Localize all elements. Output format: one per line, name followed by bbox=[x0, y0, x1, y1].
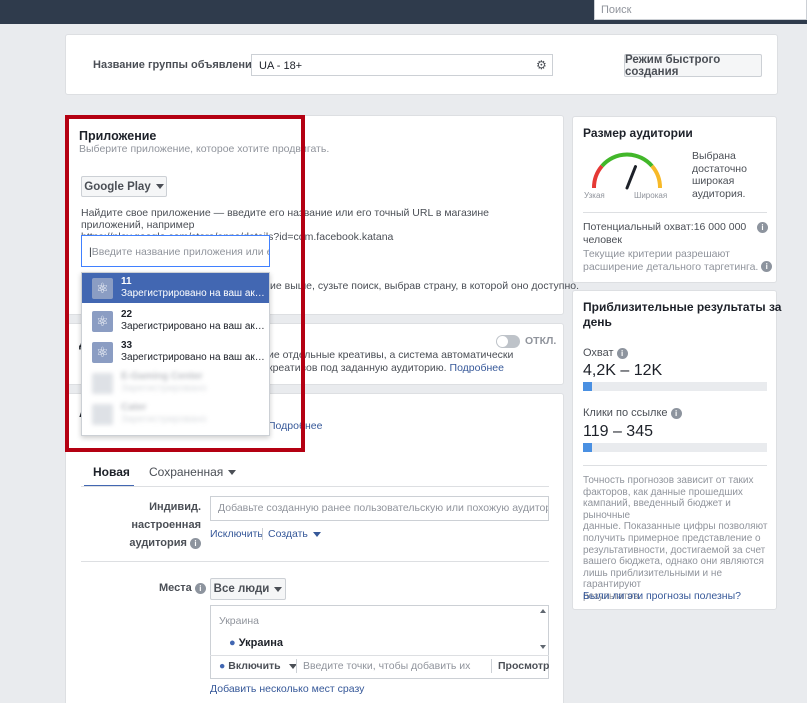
highlight-frame bbox=[65, 115, 305, 452]
scroll-down-icon[interactable] bbox=[540, 645, 546, 649]
adset-name-input[interactable]: UA - 18+ bbox=[251, 54, 553, 76]
location-item: ● Украина bbox=[229, 637, 284, 649]
card-divider bbox=[583, 212, 767, 213]
creative-toggle[interactable] bbox=[496, 335, 520, 348]
exclude-link[interactable]: Исключить bbox=[210, 528, 263, 540]
gauge-needle bbox=[625, 165, 637, 190]
creative-more-link[interactable]: Подробнее bbox=[450, 362, 504, 374]
creative-toggle-label: ОТКЛ. bbox=[525, 335, 557, 347]
location-header: Украина bbox=[219, 615, 259, 627]
link-divider bbox=[262, 528, 263, 540]
potential-reach: Потенциальный охват:16 000 000 человек bbox=[583, 221, 747, 246]
clicks-label: Клики по ссылке i bbox=[583, 407, 682, 419]
gauge-yellow bbox=[650, 164, 663, 189]
create-link[interactable]: Создать bbox=[268, 528, 321, 540]
feedback-link[interactable]: Были ли эти прогнозы полезны? bbox=[583, 590, 741, 602]
location-pin-icon: ● bbox=[229, 637, 236, 649]
results-title: Приблизительные результаты за день bbox=[583, 300, 782, 329]
tab-new[interactable]: Новая bbox=[93, 465, 130, 479]
info-icon: i bbox=[190, 537, 201, 549]
section-divider bbox=[81, 561, 549, 562]
clicks-bar-fill bbox=[583, 443, 593, 452]
app-note: ие выше, сузьте поиск, выбрав страну, в … bbox=[270, 280, 580, 292]
gauge-wide-label: Широкая bbox=[634, 191, 668, 200]
quick-create-button[interactable]: Режим быстрого создания bbox=[624, 54, 762, 78]
reach-bar-fill bbox=[583, 382, 593, 391]
custom-audience-input[interactable]: Добавьте созданную ранее пользовательску… bbox=[210, 496, 549, 521]
results-disclaimer: Точность прогнозов зависит от таких факт… bbox=[583, 475, 768, 602]
gear-icon[interactable]: ⚙ bbox=[536, 58, 547, 72]
gauge-green bbox=[600, 152, 654, 168]
reach-value: 4,2K – 12K bbox=[583, 362, 663, 379]
chevron-down-icon bbox=[274, 586, 283, 592]
gauge-red bbox=[591, 164, 604, 189]
info-icon: i bbox=[757, 222, 768, 233]
toolbar-divider bbox=[491, 659, 492, 673]
reach-label: Охват i bbox=[583, 347, 628, 359]
targeting-note: Текущие критерии разрешают расширение де… bbox=[583, 248, 773, 273]
browse-button[interactable]: Просмотр bbox=[498, 660, 549, 672]
info-icon: i bbox=[616, 347, 628, 359]
tabs-divider bbox=[81, 486, 549, 487]
gauge-narrow-label: Узкая bbox=[584, 191, 605, 200]
places-label: Места i bbox=[159, 582, 206, 594]
top-search-input[interactable]: Поиск bbox=[594, 0, 807, 20]
location-scrollbar[interactable] bbox=[538, 607, 548, 653]
chevron-down-icon bbox=[228, 470, 237, 476]
include-dropdown[interactable]: ● Включить bbox=[219, 660, 297, 672]
chevron-down-icon bbox=[312, 531, 321, 537]
audience-status: Выбрана достаточно широкая аудитория. bbox=[692, 150, 747, 200]
location-pin-icon: ● bbox=[219, 660, 226, 672]
add-multiple-link[interactable]: Добавить несколько мест сразу bbox=[210, 683, 364, 695]
info-icon: i bbox=[670, 407, 682, 419]
adset-name-label: Название группы объявлений i bbox=[93, 59, 273, 71]
toolbar-divider bbox=[296, 659, 297, 673]
clicks-value: 119 – 345 bbox=[583, 423, 653, 440]
info-icon: i bbox=[194, 582, 206, 594]
card-divider bbox=[583, 465, 767, 466]
info-icon: i bbox=[761, 261, 773, 273]
clicks-bar bbox=[583, 443, 767, 452]
location-toolbar-divider bbox=[210, 655, 549, 656]
scroll-up-icon[interactable] bbox=[540, 609, 546, 613]
reach-bar bbox=[583, 382, 767, 391]
places-dropdown[interactable]: Все люди bbox=[210, 578, 286, 600]
custom-audience-label: Индивид. настроенная аудитория i bbox=[129, 501, 201, 549]
points-input[interactable]: Введите точки, чтобы добавить их bbox=[303, 660, 470, 672]
audience-size-title: Размер аудитории bbox=[583, 126, 693, 140]
tab-saved[interactable]: Сохраненная bbox=[149, 465, 237, 479]
